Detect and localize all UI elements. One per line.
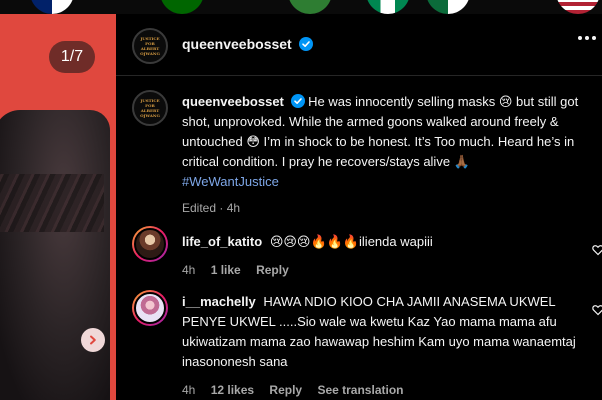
post-caption: queenveebosset He was innocently selling…: [182, 92, 592, 218]
post-media[interactable]: 1/7: [0, 14, 116, 400]
more-options-icon[interactable]: [578, 36, 596, 42]
flag-avatar[interactable]: [288, 0, 332, 14]
flag-avatar[interactable]: [426, 0, 470, 14]
comment-item: i__machelly HAWA NDIO KIOO CHA JAMII ANA…: [132, 290, 602, 400]
post-panel: JUSTICE FOR ALBERT OJWANG queenveebosset…: [116, 14, 602, 400]
comment-username[interactable]: i__machelly: [182, 294, 256, 309]
edited-time[interactable]: 4h: [227, 201, 240, 215]
like-heart-icon[interactable]: [592, 304, 602, 316]
story-flags-strip: [0, 0, 602, 14]
edited-label: Edited: [182, 201, 217, 215]
verified-badge-icon: [290, 94, 305, 108]
flag-avatar[interactable]: [160, 0, 204, 14]
avatar-text-4: OJWANG: [140, 113, 160, 118]
comment-likes[interactable]: 1 like: [211, 263, 241, 277]
author-username-header[interactable]: queenveebosset: [182, 36, 313, 52]
verified-badge-icon: [298, 37, 313, 51]
caption-meta: Edited · 4h: [182, 201, 241, 215]
header-username-text[interactable]: queenveebosset: [182, 36, 292, 52]
media-texture: [0, 174, 104, 232]
author-avatar[interactable]: JUSTICE FOR ALBERT OJWANG: [132, 28, 168, 64]
commenter-avatar[interactable]: [132, 290, 168, 326]
flag-avatar[interactable]: [556, 0, 600, 14]
caption-username[interactable]: queenveebosset: [182, 94, 284, 109]
comment-meta: 4h 12 likes Reply See translation: [182, 380, 592, 400]
avatar-text-4: OJWANG: [140, 51, 160, 56]
comment-body: i__machelly HAWA NDIO KIOO CHA JAMII ANA…: [182, 292, 592, 400]
chevron-right-icon: [90, 335, 96, 345]
media-figure: [0, 110, 110, 400]
post-header: JUSTICE FOR ALBERT OJWANG queenveebosset: [116, 14, 602, 76]
slide-counter: 1/7: [49, 41, 95, 73]
flag-avatar[interactable]: [30, 0, 74, 14]
comment-meta: 4h 1 like Reply: [182, 260, 592, 280]
reply-button[interactable]: Reply: [269, 383, 302, 397]
commenter-avatar[interactable]: [132, 226, 168, 262]
like-heart-icon[interactable]: [592, 244, 602, 256]
comment-item: life_of_katito 😢😢😢🔥🔥🔥ilienda wapiii 4h 1…: [132, 226, 602, 286]
comment-time[interactable]: 4h: [182, 263, 195, 277]
caption-author-avatar[interactable]: JUSTICE FOR ALBERT OJWANG: [132, 90, 168, 126]
comment-body: life_of_katito 😢😢😢🔥🔥🔥ilienda wapiii 4h 1…: [182, 232, 592, 280]
comment-likes[interactable]: 12 likes: [211, 383, 254, 397]
flag-avatar[interactable]: [366, 0, 410, 14]
comment-text: 😢😢😢🔥🔥🔥ilienda wapiii: [269, 234, 433, 249]
see-translation-link[interactable]: See translation: [317, 383, 403, 397]
comment-username[interactable]: life_of_katito: [182, 234, 262, 249]
next-slide-button[interactable]: [81, 328, 105, 352]
reply-button[interactable]: Reply: [256, 263, 289, 277]
caption-hashtag[interactable]: #WeWantJustice: [182, 174, 279, 189]
comment-time[interactable]: 4h: [182, 383, 195, 397]
